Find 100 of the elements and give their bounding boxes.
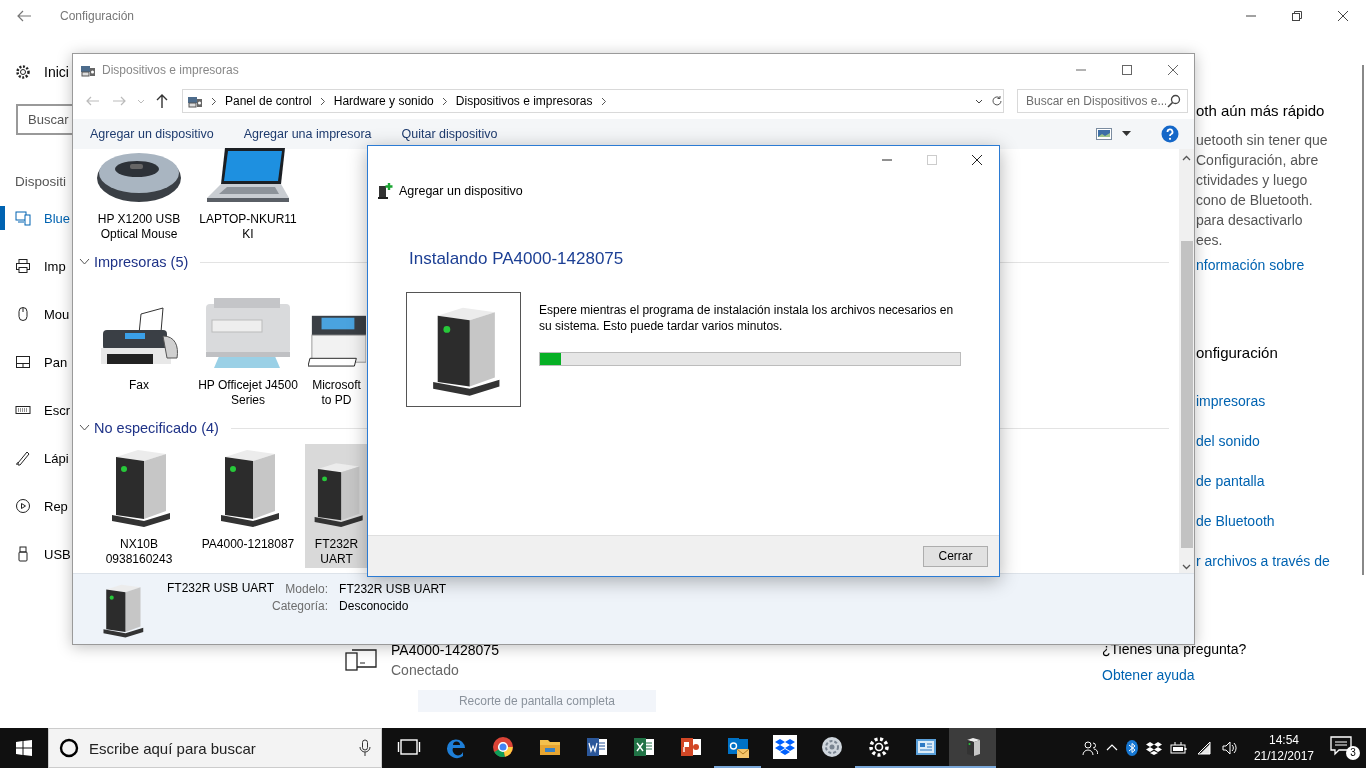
device-name: FT232R USB UART: [167, 581, 272, 595]
group-header[interactable]: Impresoras (5): [94, 254, 189, 270]
chevron-down-icon[interactable]: [79, 424, 90, 432]
link[interactable]: nformación sobre: [1196, 255, 1366, 275]
toolbar-button[interactable]: Agregar una impresora: [243, 127, 372, 141]
breadcrumb[interactable]: Dispositivos e impresoras: [455, 94, 593, 108]
gear-icon: [866, 735, 891, 759]
notification-icon: [1330, 736, 1352, 756]
clock[interactable]: 14:54 21/12/2017: [1253, 732, 1314, 764]
close-icon[interactable]: [1338, 11, 1348, 21]
nav-item[interactable]: Rep: [0, 494, 72, 518]
chevron-icon: [600, 96, 607, 106]
bluetooth-icon[interactable]: [1125, 740, 1138, 756]
taskbar-button[interactable]: [949, 728, 996, 768]
maximize-icon[interactable]: [1122, 65, 1132, 75]
presentation-icon: [678, 735, 703, 759]
back-icon[interactable]: [16, 8, 32, 24]
nav-link[interactable]: Inici: [44, 64, 69, 80]
search-field[interactable]: Escribe aquí para buscar: [48, 728, 382, 768]
chevron-icon: [211, 96, 217, 106]
dropdown-icon[interactable]: [975, 97, 983, 105]
device-item[interactable]: PA4000-1218087: [196, 444, 300, 568]
notification-badge: 3: [1346, 746, 1360, 760]
message: Espere mientras el programa de instalación instala los archivos necesarios en su sistema. Esto puede tardar varios minutos.: [539, 302, 955, 334]
scroll-up-icon[interactable]: [1182, 155, 1191, 161]
device-item[interactable]: HP X1200 USB Optical Mouse: [87, 149, 191, 243]
breadcrumb[interactable]: Hardware y sonido: [333, 94, 434, 108]
section-heading: onfiguración: [1196, 343, 1279, 363]
group-header[interactable]: No especificado (4): [94, 420, 219, 436]
laptop-icon: [205, 146, 291, 204]
search-field[interactable]: Escribe aquí para buscar: [89, 739, 349, 757]
text-line: ees.: [1196, 231, 1224, 250]
toolbar-button[interactable]: Agregar un dispositivo: [90, 127, 214, 141]
device-item[interactable]: Microsoft to PD: [305, 285, 368, 409]
refresh-icon[interactable]: [991, 95, 1003, 107]
address-bar[interactable]: Panel de control Hardware y sonido Dispositivos e impresoras: [182, 89, 1004, 113]
link[interactable]: impresoras: [1196, 391, 1366, 411]
printer-icon: [15, 258, 31, 274]
scroll-thumb[interactable]: [1180, 241, 1193, 548]
section-heading: oth aún más rápido: [1196, 101, 1326, 121]
pen-icon: [15, 450, 31, 466]
maximize-icon: [927, 155, 937, 165]
link[interactable]: de Bluetooth: [1196, 511, 1366, 531]
dialog-title: Agregar un dispositivo: [399, 184, 523, 198]
people-icon[interactable]: [1081, 740, 1098, 756]
search-field[interactable]: Buscar: [16, 104, 72, 135]
network-icon: [819, 735, 844, 759]
device-item[interactable]: HP Officejet J4500 Series: [196, 285, 300, 409]
dialog-heading: Instalando PA4000-1428075: [409, 249, 625, 269]
windows-icon: [16, 740, 32, 756]
box-icon[interactable]: [1145, 741, 1162, 755]
chevron-icon: [441, 96, 448, 106]
chevron-icon: [319, 96, 326, 106]
text-line: uetooth sin tener que: [1196, 131, 1329, 150]
device-item[interactable]: Fax: [87, 285, 191, 409]
scroll-down-icon[interactable]: [1182, 564, 1191, 570]
device-item[interactable]: NX10B 0938160243: [87, 444, 191, 568]
section-heading: Dispositi: [15, 174, 67, 191]
cortana-icon: [59, 738, 79, 758]
view-icon[interactable]: [1096, 128, 1112, 140]
add-device-icon: [377, 182, 393, 200]
battery-icon[interactable]: [1169, 742, 1188, 754]
nav-item[interactable]: Mou: [0, 302, 72, 326]
close-button[interactable]: Cerrar: [923, 545, 988, 567]
mail-icon: [725, 735, 750, 759]
text-line: ctividades y luego: [1196, 171, 1309, 190]
devices-icon: [345, 648, 377, 672]
breadcrumb[interactable]: Panel de control: [225, 94, 312, 108]
help-icon[interactable]: [1161, 125, 1179, 143]
link[interactable]: Obtener ayuda: [1102, 662, 1366, 688]
link[interactable]: de pantalla: [1196, 471, 1366, 491]
chevron-down-icon[interactable]: [79, 258, 90, 266]
nav-item[interactable]: Imp: [0, 254, 72, 278]
box-icon: [772, 735, 797, 759]
window-title: Configuración: [60, 9, 135, 23]
spreadsheet-icon: [631, 735, 656, 759]
nav-item[interactable]: Escr: [0, 398, 72, 422]
link[interactable]: del sonido: [1196, 431, 1366, 451]
field-label: Categoría:: [272, 599, 329, 613]
devices-icon: [15, 210, 31, 226]
browser-icon: [490, 735, 515, 759]
text-line: Configuración, abre: [1196, 151, 1320, 170]
toolbar-button[interactable]: Quitar dispositivo: [401, 127, 498, 141]
device-item[interactable]: FT232R UART: [305, 444, 368, 568]
close-icon[interactable]: [972, 155, 982, 165]
field-value: FT232R USB UART: [339, 582, 447, 596]
nav-item[interactable]: Pan: [0, 350, 72, 374]
touchpad-icon: [15, 354, 31, 370]
device-item[interactable]: LAPTOP-NKUR11KI: [196, 149, 300, 243]
nav-item[interactable]: Lápi: [0, 446, 72, 470]
nav-item[interactable]: USB: [0, 542, 72, 566]
up-icon[interactable]: [155, 93, 169, 109]
link[interactable]: r archivos a través de: [1196, 551, 1366, 571]
text-line: cono de Bluetooth.: [1196, 191, 1314, 210]
scrollbar[interactable]: [1179, 149, 1194, 573]
restore-icon[interactable]: [1292, 11, 1302, 21]
dropdown-icon[interactable]: [1122, 131, 1131, 137]
tooltip: Recorte de pantalla completa: [418, 690, 656, 712]
microphone-icon[interactable]: [359, 739, 371, 757]
volume-icon[interactable]: [1221, 741, 1238, 755]
